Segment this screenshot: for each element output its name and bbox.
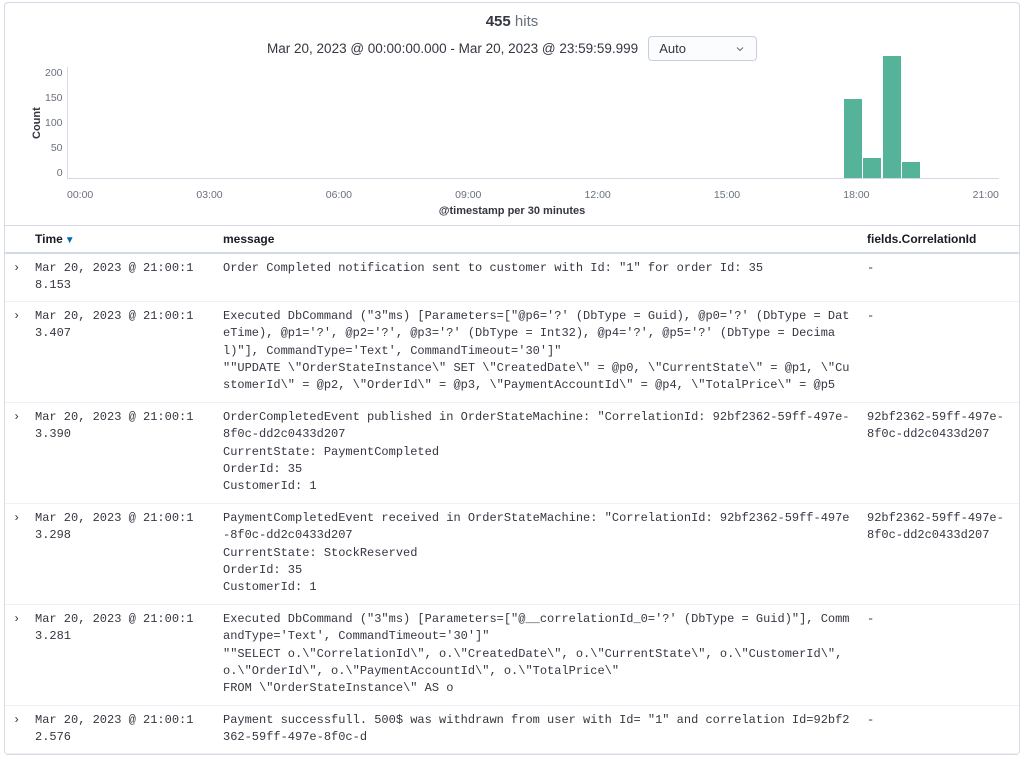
hits-summary: 455 hits bbox=[5, 11, 1019, 36]
cell-correlation: 92bf2362-59ff-497e-8f0c-dd2c0433d207 bbox=[859, 503, 1019, 604]
results-table: Time▼ message fields.CorrelationId ›Mar … bbox=[5, 225, 1019, 754]
cell-correlation: 92bf2362-59ff-497e-8f0c-dd2c0433d207 bbox=[859, 402, 1019, 503]
cell-correlation: - bbox=[859, 301, 1019, 402]
cell-message: PaymentCompletedEvent received in OrderS… bbox=[215, 503, 859, 604]
cell-message: Payment successfull. 500$ was withdrawn … bbox=[215, 705, 859, 753]
expand-row-toggle[interactable]: › bbox=[5, 253, 27, 301]
table-row: ›Mar 20, 2023 @ 21:00:18.153Order Comple… bbox=[5, 253, 1019, 301]
histogram-bar[interactable] bbox=[844, 99, 862, 178]
histogram-chart[interactable]: Count 200 150 100 50 0 bbox=[5, 67, 1019, 185]
col-correlation-header[interactable]: fields.CorrelationId bbox=[859, 226, 1019, 254]
cell-time: Mar 20, 2023 @ 21:00:13.407 bbox=[27, 301, 215, 402]
sort-desc-icon: ▼ bbox=[65, 235, 75, 246]
col-expand-header bbox=[5, 226, 27, 254]
expand-row-toggle[interactable]: › bbox=[5, 604, 27, 705]
hits-count: 455 bbox=[486, 13, 511, 30]
cell-time: Mar 20, 2023 @ 21:00:13.298 bbox=[27, 503, 215, 604]
cell-time: Mar 20, 2023 @ 21:00:13.281 bbox=[27, 604, 215, 705]
histogram-bar[interactable] bbox=[902, 162, 920, 178]
table-row: ›Mar 20, 2023 @ 21:00:13.281Executed DbC… bbox=[5, 604, 1019, 705]
date-range: Mar 20, 2023 @ 00:00:00.000 - Mar 20, 20… bbox=[267, 41, 638, 56]
col-time-header[interactable]: Time▼ bbox=[27, 226, 215, 254]
discover-panel: 455 hits Mar 20, 2023 @ 00:00:00.000 - M… bbox=[4, 2, 1020, 755]
cell-time: Mar 20, 2023 @ 21:00:18.153 bbox=[27, 253, 215, 301]
interval-select[interactable]: Auto bbox=[648, 36, 757, 61]
table-row: ›Mar 20, 2023 @ 21:00:13.407Executed DbC… bbox=[5, 301, 1019, 402]
cell-correlation: - bbox=[859, 253, 1019, 301]
cell-message: Order Completed notification sent to cus… bbox=[215, 253, 859, 301]
expand-row-toggle[interactable]: › bbox=[5, 301, 27, 402]
table-row: ›Mar 20, 2023 @ 21:00:12.576Payment succ… bbox=[5, 705, 1019, 753]
table-row: ›Mar 20, 2023 @ 21:00:13.390OrderComplet… bbox=[5, 402, 1019, 503]
expand-row-toggle[interactable]: › bbox=[5, 402, 27, 503]
chevron-down-icon bbox=[734, 43, 746, 55]
cell-message: OrderCompletedEvent published in OrderSt… bbox=[215, 402, 859, 503]
table-header-row: Time▼ message fields.CorrelationId bbox=[5, 226, 1019, 254]
expand-row-toggle[interactable]: › bbox=[5, 705, 27, 753]
cell-message: Executed DbCommand ("3"ms) [Parameters=[… bbox=[215, 301, 859, 402]
interval-selected-value: Auto bbox=[659, 41, 686, 56]
table-row: ›Mar 20, 2023 @ 21:00:13.298PaymentCompl… bbox=[5, 503, 1019, 604]
cell-time: Mar 20, 2023 @ 21:00:12.576 bbox=[27, 705, 215, 753]
cell-message: Executed DbCommand ("3"ms) [Parameters=[… bbox=[215, 604, 859, 705]
hits-label: hits bbox=[515, 13, 538, 30]
x-axis-title: @timestamp per 30 minutes bbox=[5, 201, 1019, 225]
histogram-plot-area[interactable] bbox=[67, 67, 999, 179]
chart-subheader: Mar 20, 2023 @ 00:00:00.000 - Mar 20, 20… bbox=[5, 36, 1019, 67]
cell-correlation: - bbox=[859, 604, 1019, 705]
histogram-bar[interactable] bbox=[883, 56, 901, 178]
col-message-header[interactable]: message bbox=[215, 226, 859, 254]
x-axis-ticks: 00:00 03:00 06:00 09:00 12:00 15:00 18:0… bbox=[5, 185, 1019, 201]
cell-time: Mar 20, 2023 @ 21:00:13.390 bbox=[27, 402, 215, 503]
expand-row-toggle[interactable]: › bbox=[5, 503, 27, 604]
cell-correlation: - bbox=[859, 705, 1019, 753]
y-axis-ticks: 200 150 100 50 0 bbox=[45, 67, 67, 179]
histogram-bar[interactable] bbox=[863, 158, 881, 178]
y-axis-title: Count bbox=[29, 67, 45, 179]
